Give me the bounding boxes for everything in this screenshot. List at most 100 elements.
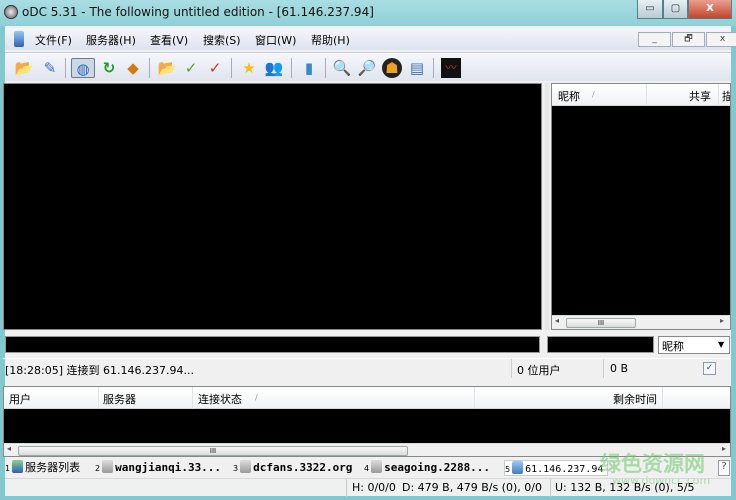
- tab-hub-dcfans[interactable]: 3 dcfans.3322.org: [233, 460, 352, 476]
- open-list-icon[interactable]: 📂: [157, 58, 177, 78]
- col-nick[interactable]: 昵称: [558, 88, 580, 104]
- scroll-thumb[interactable]: III: [566, 318, 636, 328]
- toolbar-separator: [291, 58, 292, 78]
- scroll-thumb[interactable]: III: [18, 446, 408, 456]
- menu-file[interactable]: 文件(F): [35, 32, 72, 48]
- toolbar-separator: [433, 58, 434, 78]
- tab-hub-active[interactable]: 5 61.146.237.94: [504, 460, 608, 476]
- upload-stats: U: 132 B, 132 B/s (0), 5/5: [555, 481, 695, 494]
- scroll-right-icon[interactable]: ▸: [720, 316, 724, 325]
- tab-server-list[interactable]: 1 服务器列表: [5, 460, 80, 476]
- connect-globe-icon[interactable]: ◍: [71, 58, 95, 78]
- app-icon: [4, 5, 18, 19]
- redirect-icon[interactable]: ◆: [123, 58, 143, 78]
- tab-number: 4: [364, 464, 370, 473]
- hub-icon: [240, 460, 252, 473]
- chevron-down-icon: ▼: [718, 340, 725, 349]
- filter-column-select[interactable]: 昵称 ▼: [658, 336, 730, 354]
- notepad-icon[interactable]: ▮: [299, 58, 319, 78]
- tab-label: 服务器列表: [25, 461, 81, 474]
- scroll-right-icon[interactable]: ▸: [722, 444, 726, 453]
- finished-icon[interactable]: ✓: [181, 58, 201, 78]
- col-hub[interactable]: 服务器: [103, 391, 136, 407]
- network-stats-icon[interactable]: 〰: [441, 58, 461, 78]
- col-status[interactable]: 连接状态: [198, 391, 242, 407]
- menu-view[interactable]: 查看(V): [150, 32, 188, 48]
- tab-number: 1: [5, 464, 11, 473]
- share-size: 0 B: [610, 362, 629, 375]
- tab-label: dcfans.3322.org: [253, 461, 353, 474]
- hub-icon: [102, 460, 114, 473]
- toolbar: 📂 ✎ ◍ ↻ ◆ 📂 ✓ ✓ ★ 👥 ▮ 🔍 🔎 ☗ ▤ 〰: [5, 52, 731, 81]
- show-users-checkbox[interactable]: ✓: [703, 362, 716, 375]
- col-user[interactable]: 用户: [9, 391, 31, 407]
- splitter[interactable]: [545, 83, 549, 330]
- toolbar-separator: [325, 58, 326, 78]
- menu-server[interactable]: 服务器(H): [86, 32, 136, 48]
- chat-area[interactable]: [3, 83, 542, 330]
- download-stats: D: 479 B, 479 B/s (0), 0/0: [402, 481, 542, 494]
- tab-number: 5: [505, 465, 511, 474]
- minimize-button[interactable]: ▭: [637, 0, 663, 19]
- user-list[interactable]: 昵称 / 共享 描 ◂ III ▸: [551, 83, 731, 330]
- tab-label: 61.146.237.94: [525, 464, 604, 475]
- sort-arrow-icon: /: [255, 393, 258, 402]
- favorite-users-icon[interactable]: 👥: [264, 58, 284, 78]
- hub-counts: H: 0/0/0: [352, 481, 396, 494]
- tab-number: 2: [95, 464, 101, 473]
- column-divider: [718, 84, 719, 106]
- col-share[interactable]: 共享: [689, 88, 711, 104]
- transfer-list-header: 用户 服务器 连接状态 / 剩余时间: [4, 387, 730, 409]
- globe-icon: [12, 460, 24, 473]
- column-divider: [646, 84, 647, 106]
- column-divider: [474, 387, 475, 409]
- mdi-close-button[interactable]: x: [706, 32, 736, 47]
- tab-hub-seagoing[interactable]: 4 seagoing.2288...: [364, 460, 490, 476]
- hub-icon: [512, 461, 524, 474]
- menu-window[interactable]: 窗口(W): [255, 32, 296, 48]
- status-message: [18:28:05] 连接到 61.146.237.94...: [5, 364, 194, 377]
- column-divider: [192, 387, 193, 409]
- user-list-hscrollbar[interactable]: ◂ III ▸: [552, 315, 730, 329]
- col-time-left[interactable]: 剩余时间: [613, 391, 657, 407]
- close-button[interactable]: X: [688, 0, 732, 19]
- column-divider: [662, 387, 663, 409]
- app-menu-icon[interactable]: [14, 31, 24, 47]
- hub-icon: [371, 460, 383, 473]
- search-icon[interactable]: 🔍: [332, 58, 352, 78]
- maximize-button[interactable]: ▢: [663, 0, 688, 19]
- toolbar-separator: [149, 58, 150, 78]
- menu-bar: 文件(F) 服务器(H) 查看(V) 搜索(S) 窗口(W) 帮助(H) _ 🗗…: [5, 28, 736, 50]
- toolbar-separator: [65, 58, 66, 78]
- tab-hub-wangjianqi[interactable]: 2 wangjianqi.33...: [95, 460, 221, 476]
- help-button[interactable]: ?: [718, 460, 730, 476]
- toolbar-separator: [231, 58, 232, 78]
- search-spy-icon[interactable]: ▤: [407, 58, 427, 78]
- user-list-header: 昵称 / 共享 描: [552, 84, 730, 106]
- col-more[interactable]: 描: [722, 88, 730, 104]
- mdi-restore-button[interactable]: 🗗: [672, 32, 705, 47]
- menu-search[interactable]: 搜索(S): [203, 32, 241, 48]
- hub-status-row: [18:28:05] 连接到 61.146.237.94... 0 位用户 0 …: [3, 358, 731, 378]
- edit-icon[interactable]: ✎: [40, 58, 60, 78]
- scroll-left-icon[interactable]: ◂: [555, 316, 559, 325]
- refresh-icon[interactable]: ↻: [99, 58, 119, 78]
- adl-search-icon[interactable]: ☗: [382, 58, 402, 78]
- status-bar: H: 0/0/0 D: 479 B, 479 B/s (0), 0/0 U: 1…: [5, 478, 731, 497]
- mdi-minimize-button[interactable]: _: [638, 32, 671, 47]
- user-count: 0 位用户: [517, 364, 561, 377]
- column-divider: [98, 387, 99, 409]
- favorite-star-icon[interactable]: ★: [239, 58, 259, 78]
- tab-label: seagoing.2288...: [384, 461, 491, 474]
- menu-help[interactable]: 帮助(H): [311, 32, 350, 48]
- chat-input[interactable]: [5, 336, 540, 353]
- user-filter-input[interactable]: [547, 336, 654, 353]
- tab-label: wangjianqi.33...: [115, 461, 222, 474]
- tab-number: 3: [233, 464, 239, 473]
- scroll-left-icon[interactable]: ◂: [7, 444, 11, 453]
- finished-uploads-icon[interactable]: ✓: [205, 58, 225, 78]
- transfer-list[interactable]: 用户 服务器 连接状态 / 剩余时间 ◂ III ▸: [3, 386, 731, 457]
- open-folder-icon[interactable]: 📂: [14, 58, 34, 78]
- window-title: oDC 5.31 - The following untitled editio…: [22, 5, 374, 19]
- spy-icon[interactable]: 🔎: [357, 58, 377, 78]
